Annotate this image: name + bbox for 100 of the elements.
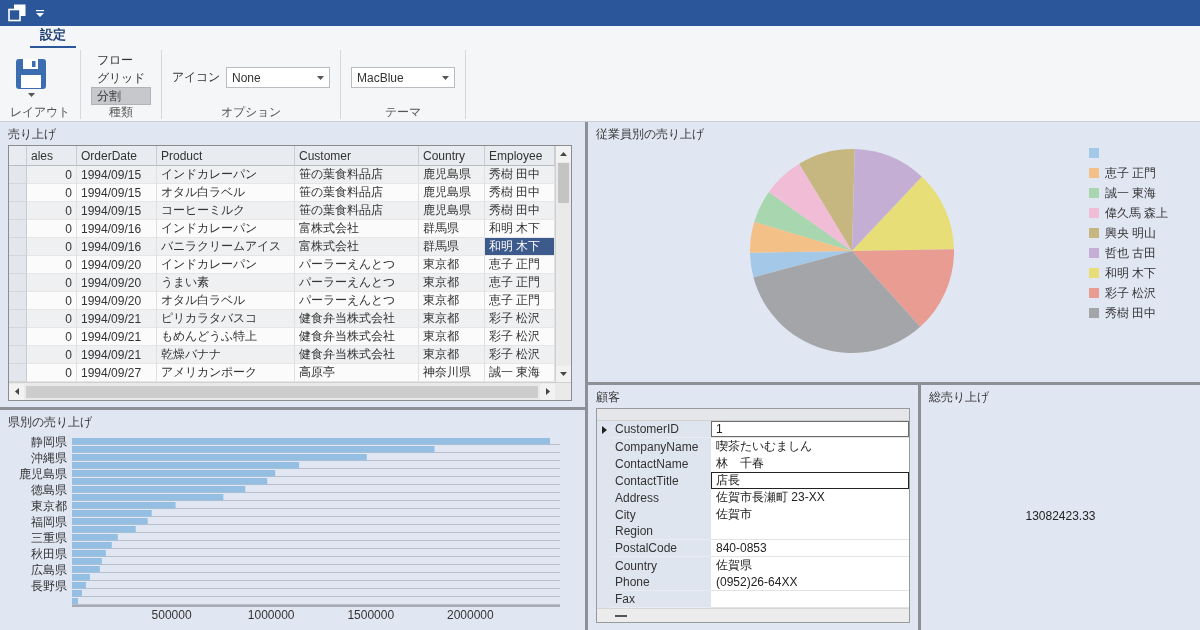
table-cell: 0 bbox=[27, 292, 77, 310]
table-cell: 和明 木下 bbox=[485, 220, 555, 238]
table-cell: アメリカンポーク bbox=[157, 364, 295, 382]
input-field[interactable]: 佐賀市 bbox=[711, 506, 909, 524]
field-label: Phone bbox=[611, 574, 711, 591]
view-toggle-button[interactable]: 分割 bbox=[91, 86, 151, 105]
input-field[interactable]: 1 bbox=[711, 421, 909, 438]
table-cell: インドカレーパン bbox=[157, 220, 295, 238]
chart-title: 従業員別の売り上げ bbox=[596, 126, 704, 142]
input-field[interactable]: 佐賀県 bbox=[711, 557, 909, 575]
category-label: 東京都 bbox=[31, 498, 67, 513]
table-cell: 秀樹 田中 bbox=[485, 202, 555, 220]
table-cell: 恵子 正門 bbox=[485, 292, 555, 310]
category-label: 徳島県 bbox=[31, 482, 67, 497]
table-cell: 彩子 松沢 bbox=[485, 328, 555, 346]
legend-label: 哲也 古田 bbox=[1104, 244, 1156, 262]
total-value: 13082423.33 bbox=[1025, 509, 1096, 523]
view-toggle-button[interactable]: グリッド bbox=[91, 68, 151, 87]
input-field[interactable]: 佐賀市長瀬町 23-XX bbox=[711, 489, 909, 507]
scroll-left-button[interactable] bbox=[9, 383, 24, 400]
tick-label: 1000000 bbox=[247, 608, 295, 621]
panel-title: 売り上げ bbox=[8, 126, 56, 142]
column-header[interactable]: Country bbox=[419, 146, 485, 166]
table-cell: 東京都 bbox=[419, 292, 485, 310]
down-arrow-icon bbox=[560, 372, 567, 376]
scroll-thumb[interactable] bbox=[26, 385, 538, 398]
ribbon-tab[interactable]: 設定 bbox=[30, 24, 76, 48]
table-cell: 1994/09/16 bbox=[77, 238, 157, 256]
dropdown[interactable]: None bbox=[226, 67, 330, 88]
table-cell: 0 bbox=[27, 166, 77, 184]
category-label: 広島県 bbox=[31, 562, 67, 577]
table-cell: 1994/09/15 bbox=[77, 202, 157, 220]
scroll-down-button[interactable] bbox=[556, 366, 571, 382]
category-label: 沖縄県 bbox=[31, 450, 67, 465]
caret-icon[interactable] bbox=[36, 9, 44, 17]
chart-title: 県別の売り上げ bbox=[8, 414, 92, 430]
input-field[interactable]: (0952)26-64XX bbox=[711, 574, 909, 591]
field-label: Fax bbox=[611, 591, 711, 608]
table-cell: 健食弁当株式会社 bbox=[295, 328, 419, 346]
legend-label: 秀樹 田中 bbox=[1104, 304, 1156, 322]
caret-icon bbox=[27, 92, 35, 97]
input-field[interactable]: 店長 bbox=[711, 472, 909, 490]
scroll-right-button[interactable] bbox=[540, 383, 555, 400]
column-header[interactable]: Product bbox=[157, 146, 295, 166]
table-cell: もめんどうふ特上 bbox=[157, 328, 295, 346]
group-label: レイアウト bbox=[10, 105, 70, 119]
table-cell: 0 bbox=[27, 256, 77, 274]
column-header[interactable]: ales bbox=[27, 146, 77, 166]
dropdown[interactable]: MacBlue bbox=[351, 67, 455, 88]
input-field[interactable]: 林 千春 bbox=[711, 455, 909, 473]
table-cell: 1994/09/16 bbox=[77, 220, 157, 238]
table-cell: 群馬県 bbox=[419, 238, 485, 256]
table-cell: 1994/09/21 bbox=[77, 346, 157, 364]
table-cell: 富株式会社 bbox=[295, 238, 419, 256]
category-label: 三重県 bbox=[31, 530, 67, 545]
category-label: 福岡県 bbox=[31, 514, 67, 529]
table-cell: バニラクリームアイス bbox=[157, 238, 295, 256]
table-cell: 1994/09/20 bbox=[77, 274, 157, 292]
column-header[interactable]: Employee bbox=[485, 146, 555, 166]
field-label: アイコン bbox=[172, 69, 220, 86]
panel-title: 顧客 bbox=[596, 389, 620, 405]
field-label: Country bbox=[611, 557, 711, 575]
dash-icon bbox=[615, 614, 627, 617]
table-cell: 1994/09/21 bbox=[77, 328, 157, 346]
table-cell: 東京都 bbox=[419, 256, 485, 274]
table-cell: 0 bbox=[27, 346, 77, 364]
tick-label: 1500000 bbox=[347, 608, 395, 621]
input-field[interactable] bbox=[711, 523, 909, 540]
table-cell: 1994/09/15 bbox=[77, 184, 157, 202]
table-cell: 神奈川県 bbox=[419, 364, 485, 382]
view-toggle-button[interactable]: フロー bbox=[91, 50, 151, 69]
column-header[interactable]: Customer bbox=[295, 146, 419, 166]
scroll-thumb[interactable] bbox=[558, 163, 569, 203]
column-header[interactable]: OrderDate bbox=[77, 146, 157, 166]
table-cell: 0 bbox=[27, 364, 77, 382]
up-arrow-icon bbox=[560, 152, 567, 156]
table-cell: 群馬県 bbox=[419, 220, 485, 238]
scroll-up-button[interactable] bbox=[556, 146, 571, 162]
table-cell: 鹿児島県 bbox=[419, 184, 485, 202]
table-cell: 東京都 bbox=[419, 274, 485, 292]
table-cell: 彩子 松沢 bbox=[485, 346, 555, 364]
table-cell: 笹の葉食料品店 bbox=[295, 166, 419, 184]
table-cell: 0 bbox=[27, 202, 77, 220]
group-label: テーマ bbox=[384, 105, 422, 119]
right-arrow-icon bbox=[545, 388, 550, 395]
input-field[interactable]: 840-0853 bbox=[711, 540, 909, 557]
table-cell: 1994/09/27 bbox=[77, 364, 157, 382]
input-field[interactable] bbox=[711, 591, 909, 608]
field-label: Region bbox=[611, 523, 711, 540]
legend-label: 恵子 正門 bbox=[1104, 164, 1156, 182]
app-icon[interactable] bbox=[8, 4, 26, 22]
table-cell: 鹿児島県 bbox=[419, 166, 485, 184]
category-label: 長野県 bbox=[31, 578, 67, 593]
field-label: ContactName bbox=[611, 455, 711, 473]
table-cell: パーラーえんとつ bbox=[295, 274, 419, 292]
input-field[interactable]: 喫茶たいむましん bbox=[711, 438, 909, 456]
legend-label: 興央 明山 bbox=[1104, 224, 1156, 242]
field-label: CompanyName bbox=[611, 438, 711, 456]
table-cell: 笹の葉食料品店 bbox=[295, 202, 419, 220]
field-label: CustomerID bbox=[611, 421, 711, 438]
